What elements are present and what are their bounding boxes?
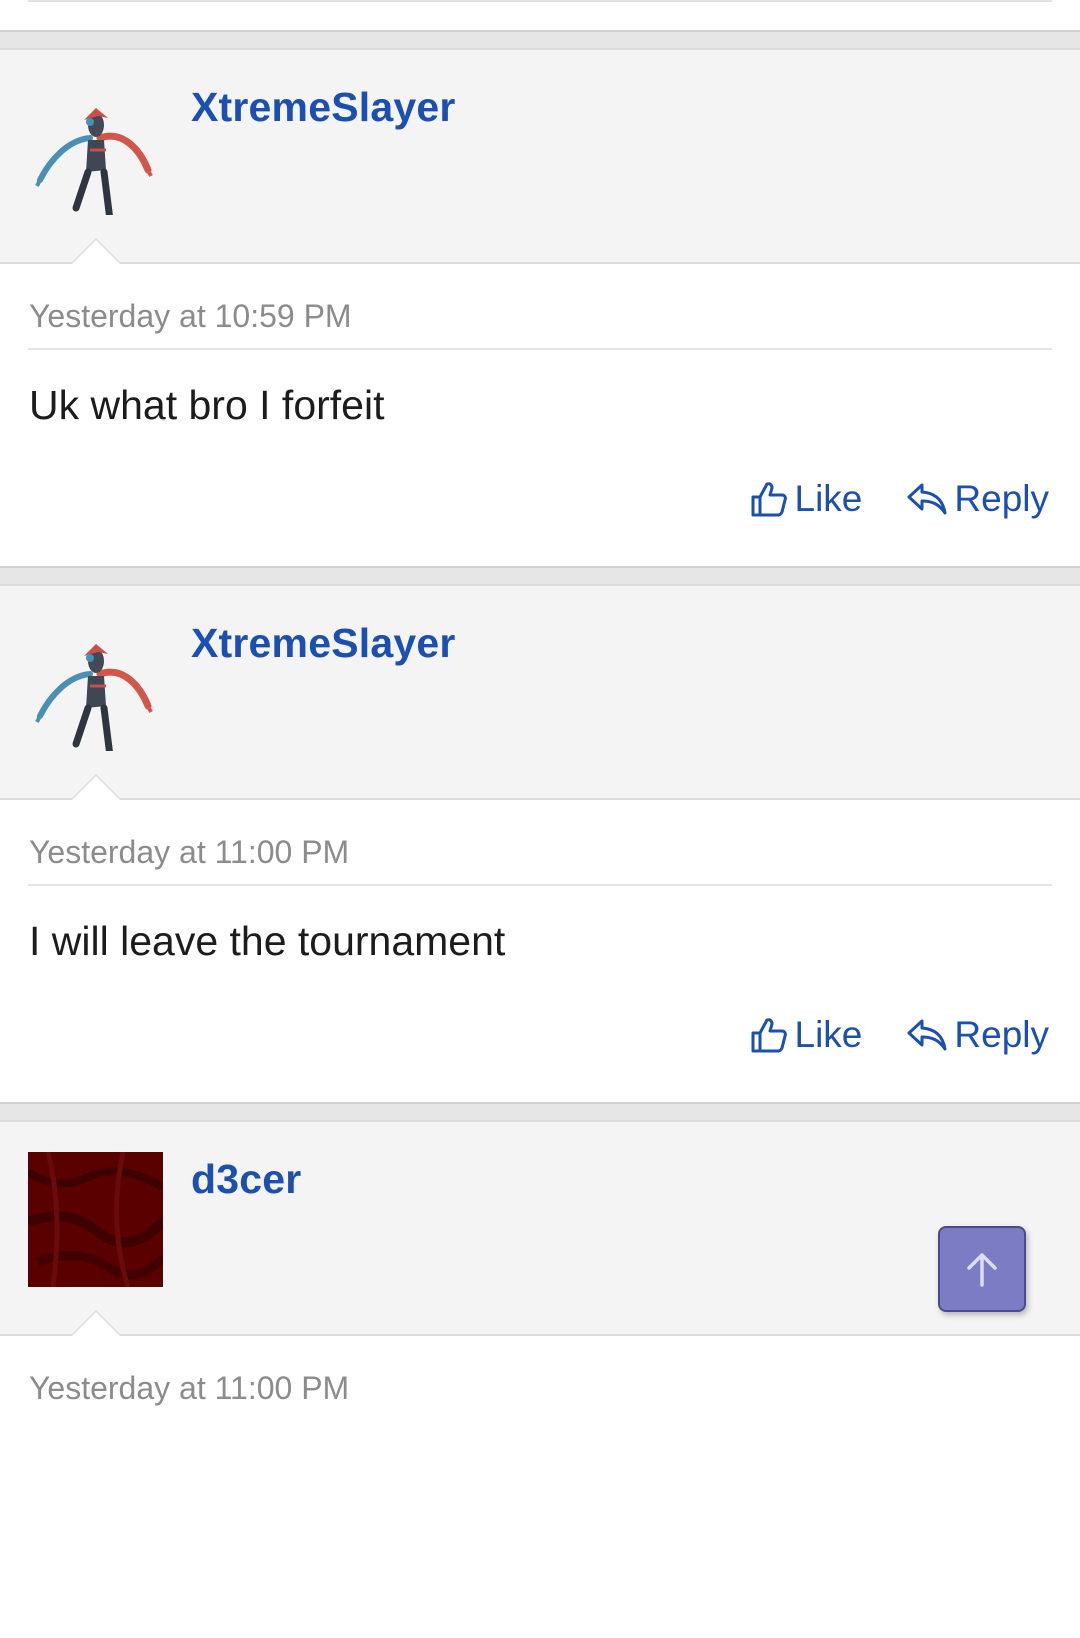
post-separator	[0, 1102, 1080, 1122]
header-pointer	[70, 1310, 122, 1336]
reply-label: Reply	[954, 1014, 1049, 1055]
thumbs-up-icon	[751, 482, 787, 517]
divider	[28, 884, 1052, 886]
post-timestamp[interactable]: Yesterday at 11:00 PM	[29, 1370, 349, 1407]
reply-icon	[907, 1019, 947, 1051]
arrow-up-icon	[967, 1253, 997, 1287]
post-timestamp[interactable]: Yesterday at 10:59 PM	[29, 298, 352, 335]
post-separator	[0, 566, 1080, 586]
post: d3cer Yesterday at 11:00 PM	[0, 1102, 1080, 1638]
thumbs-up-icon	[751, 1018, 787, 1053]
header-pointer	[70, 238, 122, 264]
like-button[interactable]: Like	[749, 1014, 863, 1056]
post-body: Yesterday at 10:59 PM Uk what bro I forf…	[0, 264, 1080, 566]
scroll-to-top-button[interactable]	[938, 1226, 1026, 1312]
reply-icon	[907, 483, 947, 515]
avatar[interactable]	[28, 1152, 163, 1287]
reply-label: Reply	[954, 478, 1049, 519]
avatar[interactable]	[28, 80, 163, 215]
post-body: Yesterday at 11:00 PM	[0, 1336, 1080, 1638]
post-separator	[0, 30, 1080, 50]
post-body: Yesterday at 11:00 PM I will leave the t…	[0, 800, 1080, 1102]
username[interactable]: XtremeSlayer	[191, 84, 456, 131]
divider	[28, 0, 1052, 2]
post-message: Uk what bro I forfeit	[29, 382, 385, 428]
post-timestamp[interactable]: Yesterday at 11:00 PM	[29, 834, 349, 871]
header-pointer	[70, 774, 122, 800]
post: XtremeSlayer Yesterday at 11:00 PM I wil…	[0, 566, 1080, 1102]
avatar[interactable]	[28, 616, 163, 751]
post-message: I will leave the tournament	[29, 918, 506, 964]
like-label: Like	[794, 1014, 863, 1055]
post: XtremeSlayer Yesterday at 10:59 PM Uk wh…	[0, 30, 1080, 566]
post-actions: Like Reply	[749, 478, 1049, 520]
post-actions: Like Reply	[749, 1014, 1049, 1056]
divider	[28, 348, 1052, 350]
username[interactable]: XtremeSlayer	[191, 620, 456, 667]
username[interactable]: d3cer	[191, 1156, 301, 1203]
like-button[interactable]: Like	[749, 478, 863, 520]
post-header: XtremeSlayer	[0, 50, 1080, 264]
reply-button[interactable]: Reply	[906, 1014, 1049, 1056]
reply-button[interactable]: Reply	[906, 478, 1049, 520]
post-header: d3cer	[0, 1122, 1080, 1336]
post-header: XtremeSlayer	[0, 586, 1080, 800]
like-label: Like	[794, 478, 863, 519]
